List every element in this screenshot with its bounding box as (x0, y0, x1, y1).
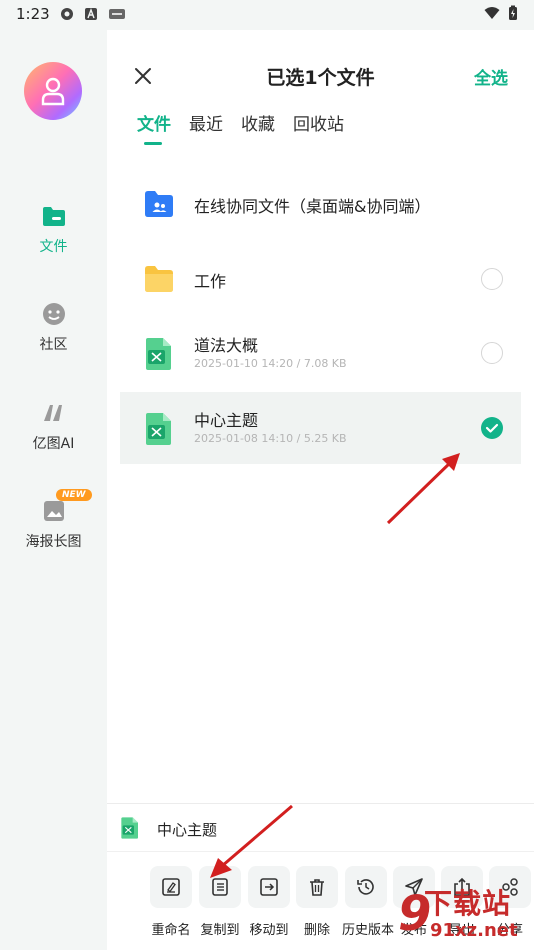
delete-button[interactable]: 删除 (293, 866, 341, 938)
mindmap-file-icon (121, 817, 138, 839)
status-bar: 1:23 (0, 0, 534, 30)
sidebar-item-ai[interactable]: 亿图AI (0, 399, 107, 453)
watermark-url: 91xz.net (430, 920, 518, 941)
a-notification-icon (85, 8, 97, 20)
folder-icon (145, 266, 173, 292)
file-name: 工作 (194, 272, 227, 291)
file-name: 中心主题 (194, 411, 259, 430)
tab-files[interactable]: 文件 (137, 110, 171, 145)
file-meta: 2025-01-10 14:20 / 7.08 KB (194, 357, 347, 370)
page-title: 已选1个文件 (266, 67, 375, 89)
tab-recycle-bin[interactable]: 回收站 (293, 110, 344, 145)
tool-label: 历史版本 (342, 923, 395, 938)
sidebar-item-files[interactable]: 文件 (0, 202, 107, 256)
select-checkbox-checked[interactable] (481, 417, 503, 439)
tool-label: 复制到 (200, 923, 240, 938)
nfc-notification-icon (109, 9, 125, 19)
mindmap-file-icon (146, 413, 171, 445)
copy-to-button[interactable]: 复制到 (196, 866, 244, 938)
sidebar-item-community[interactable]: 社区 (0, 300, 107, 354)
history-button[interactable]: 历史版本 (342, 866, 395, 938)
community-icon (42, 303, 65, 325)
watermark-logo: 9 下载站 91xz.net (394, 880, 534, 950)
app-notification-icon (61, 8, 73, 20)
copy-to-icon (212, 878, 228, 896)
move-to-icon (260, 878, 278, 896)
tab-favorites[interactable]: 收藏 (241, 110, 275, 145)
shared-folder-icon (145, 191, 173, 217)
status-time: 1:23 (16, 5, 50, 23)
move-to-button[interactable]: 移动到 (245, 866, 293, 938)
poster-icon (43, 501, 64, 521)
sidebar-item-label: 海报长图 (25, 534, 82, 550)
list-item[interactable]: 中心主题 2025-01-08 14:10 / 5.25 KB (120, 392, 521, 464)
list-item[interactable]: 工作 (120, 243, 521, 315)
divider (107, 803, 534, 804)
sidebar-item-label: 亿图AI (32, 436, 75, 452)
user-icon (41, 77, 65, 106)
tab-bar: 文件 最近 收藏 回收站 (137, 110, 344, 145)
tool-label: 重命名 (151, 923, 191, 938)
select-checkbox[interactable] (481, 268, 503, 290)
mindmap-file-icon (146, 338, 171, 370)
wifi-icon (484, 7, 500, 19)
ai-icon (43, 405, 62, 421)
main-panel: 已选1个文件 全选 文件 最近 收藏 回收站 在线协同文件（桌面端&协同端） 工… (107, 30, 534, 950)
tab-recent[interactable]: 最近 (189, 110, 223, 145)
file-meta: 2025-01-08 14:10 / 5.25 KB (194, 432, 347, 445)
trash-icon (310, 879, 324, 896)
sidebar-item-label: 文件 (39, 239, 68, 255)
sidebar: 文件 社区 亿图AI NEW 海报长图 (0, 30, 107, 950)
file-name: 道法大概 (194, 336, 259, 355)
sidebar-item-poster[interactable]: NEW 海报长图 (0, 489, 107, 551)
avatar[interactable] (24, 62, 82, 120)
rename-icon (162, 878, 180, 896)
selected-file-name: 中心主题 (157, 821, 218, 839)
battery-icon (509, 5, 517, 20)
select-checkbox[interactable] (481, 342, 503, 364)
sidebar-item-label: 社区 (39, 337, 68, 353)
folder-icon (42, 207, 65, 226)
tool-label: 移动到 (249, 923, 289, 938)
rename-button[interactable]: 重命名 (147, 866, 195, 938)
check-icon (485, 423, 499, 433)
file-name: 在线协同文件（桌面端&协同端） (194, 197, 431, 216)
list-item[interactable]: 在线协同文件（桌面端&协同端） (120, 168, 521, 240)
list-item[interactable]: 道法大概 2025-01-10 14:20 / 7.08 KB (120, 317, 521, 389)
tool-label: 删除 (303, 923, 330, 938)
select-all-button[interactable]: 全选 (474, 64, 508, 89)
watermark-text: 下载站 (424, 887, 512, 920)
history-icon (357, 879, 374, 895)
